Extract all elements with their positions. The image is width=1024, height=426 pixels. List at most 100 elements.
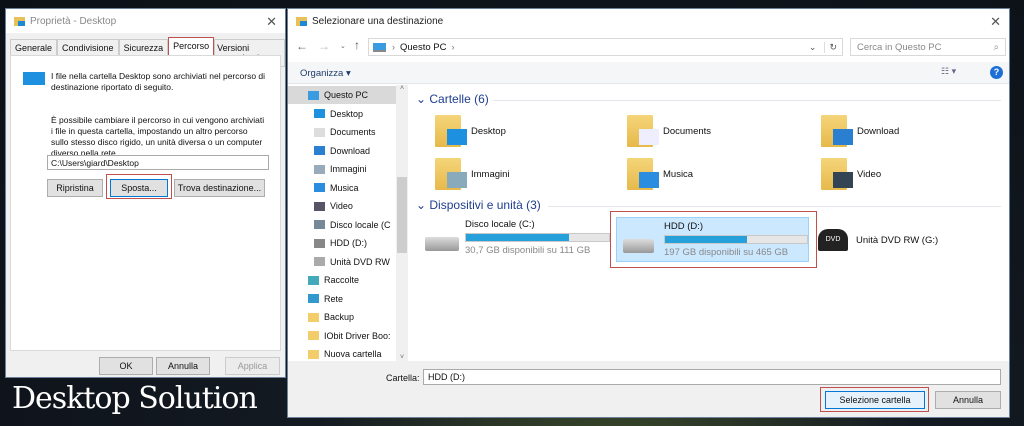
folder-name: Video bbox=[857, 168, 882, 180]
nav-item-icon bbox=[308, 312, 319, 322]
nav-item[interactable]: Desktop bbox=[288, 105, 396, 123]
address-bar[interactable]: › Questo PC › ⌄ ↻ bbox=[368, 38, 843, 56]
find-destination-button[interactable]: Trova destinazione... bbox=[174, 179, 265, 197]
back-icon[interactable]: ← bbox=[296, 39, 308, 53]
move-button[interactable]: Sposta... bbox=[110, 179, 168, 197]
folder-picker-dialog: Selezionare una destinazione ✕ ← → ⌄ ↑ › … bbox=[287, 8, 1010, 418]
nav-item[interactable]: Download bbox=[288, 142, 396, 160]
forward-icon[interactable]: → bbox=[318, 39, 330, 53]
nav-item-icon bbox=[314, 127, 325, 137]
description-text: È possibile cambiare il percorso in cui … bbox=[51, 115, 265, 158]
select-folder-button[interactable]: Selezione cartella bbox=[825, 391, 925, 409]
up-icon[interactable]: ↑ bbox=[354, 38, 360, 52]
drive-usage-bar bbox=[664, 235, 808, 244]
folder-tile[interactable]: Download bbox=[821, 115, 899, 147]
nav-item-icon bbox=[314, 109, 325, 118]
scroll-thumb[interactable] bbox=[397, 177, 407, 253]
folder-icon bbox=[14, 16, 25, 26]
scroll-down-icon[interactable]: ˅ bbox=[396, 354, 408, 361]
nav-item-icon bbox=[308, 331, 319, 340]
cancel-button[interactable]: Annulla bbox=[935, 391, 1001, 409]
folder-icon bbox=[296, 16, 307, 26]
nav-item-label: Backup bbox=[324, 312, 355, 322]
folder-name: Musica bbox=[663, 168, 694, 180]
nav-item-icon bbox=[314, 201, 325, 211]
folder-tile[interactable]: Desktop bbox=[435, 115, 506, 147]
dialog-title: Proprietà - Desktop bbox=[30, 15, 117, 27]
folder-tile[interactable]: Musica bbox=[627, 158, 693, 190]
navigation-pane: Questo PC Desktop Documents Download Immagin… bbox=[288, 85, 408, 361]
scroll-up-icon[interactable]: ˄ bbox=[396, 85, 408, 92]
nav-item[interactable]: Unità DVD RW bbox=[288, 253, 396, 271]
folder-name: Immagini bbox=[471, 168, 510, 180]
close-icon[interactable]: ✕ bbox=[990, 14, 1001, 30]
recent-chevron-icon[interactable]: ⌄ bbox=[340, 42, 346, 50]
folder-tile[interactable]: Video bbox=[821, 158, 881, 190]
nav-item-icon bbox=[314, 164, 325, 174]
nav-item[interactable]: HDD (D:) bbox=[288, 234, 396, 252]
folder-icon bbox=[435, 115, 467, 147]
ok-button[interactable]: OK bbox=[99, 357, 153, 375]
pc-icon bbox=[373, 42, 386, 52]
chevron-icon: › bbox=[392, 42, 395, 52]
dialog-title: Selezionare una destinazione bbox=[312, 15, 444, 27]
nav-item[interactable]: Backup bbox=[288, 308, 396, 326]
info-text: I file nella cartella Desktop sono archi… bbox=[51, 71, 266, 92]
organize-button[interactable]: Organizza ▾ bbox=[300, 68, 351, 79]
nav-item[interactable]: Nuova cartella bbox=[288, 345, 396, 361]
refresh-icon[interactable]: ↻ bbox=[824, 41, 837, 53]
devices-section-header[interactable]: ⌄ Dispositivi e unità (3) bbox=[416, 198, 541, 212]
folder-icon bbox=[821, 158, 853, 190]
folder-tile[interactable]: Documents bbox=[627, 115, 711, 147]
folder-icon bbox=[821, 115, 853, 147]
breadcrumb[interactable]: Questo PC bbox=[400, 42, 446, 53]
folder-input[interactable]: HDD (D:) bbox=[423, 369, 1001, 385]
nav-item[interactable]: Video bbox=[288, 197, 396, 215]
restore-button[interactable]: Ripristina bbox=[47, 179, 103, 197]
help-icon[interactable]: ? bbox=[990, 66, 1003, 79]
drive-d[interactable]: HDD (D:) 197 GB disponibili su 465 GB bbox=[616, 217, 809, 262]
nav-item-label: Unità DVD RW bbox=[330, 256, 390, 267]
drive-name: HDD (D:) bbox=[664, 221, 704, 232]
nav-item-label: Disco locale (C bbox=[330, 219, 391, 230]
nav-item[interactable]: Rete bbox=[288, 290, 396, 308]
nav-item[interactable]: Disco locale (C bbox=[288, 216, 396, 234]
view-options-icon[interactable]: ☷ ▾ bbox=[941, 66, 956, 77]
nav-item[interactable]: Questo PC bbox=[288, 86, 396, 104]
nav-item[interactable]: Raccolte bbox=[288, 271, 396, 289]
folder-tile[interactable]: Immagini bbox=[435, 158, 510, 190]
nav-item-icon bbox=[308, 294, 319, 303]
properties-dialog: Proprietà - Desktop ✕ Generale Condivisio… bbox=[5, 8, 286, 378]
folder-name: Documents bbox=[663, 125, 712, 137]
drive-info: 30,7 GB disponibili su 111 GB bbox=[465, 245, 591, 256]
search-input[interactable]: Cerca in Questo PC ⌕ bbox=[850, 38, 1006, 56]
nav-item[interactable]: Immagini bbox=[288, 160, 396, 178]
nav-item-icon bbox=[314, 183, 325, 192]
tab-panel bbox=[10, 55, 281, 351]
nav-item[interactable]: IObit Driver Boo: bbox=[288, 327, 396, 345]
dropdown-icon[interactable]: ⌄ bbox=[809, 42, 817, 53]
nav-item-icon bbox=[314, 146, 325, 155]
path-input[interactable]: C:\Users\giard\Desktop bbox=[47, 155, 269, 170]
nav-item-icon bbox=[314, 220, 325, 229]
watermark-text: Desktop Solution bbox=[12, 381, 258, 416]
apply-button[interactable]: Applica bbox=[225, 357, 280, 375]
cancel-button[interactable]: Annulla bbox=[156, 357, 210, 375]
drive-c[interactable]: Disco locale (C:) 30,7 GB disponibili su… bbox=[425, 219, 610, 256]
nav-item[interactable]: Musica bbox=[288, 179, 396, 197]
nav-item-icon bbox=[314, 238, 325, 248]
title-bar: Proprietà - Desktop ✕ bbox=[6, 9, 285, 33]
nav-scrollbar[interactable]: ˄ ˅ bbox=[396, 85, 408, 361]
title-bar: Selezionare una destinazione ✕ bbox=[288, 9, 1009, 33]
drive-dvd[interactable]: DVD Unità DVD RW (G:) bbox=[818, 229, 938, 251]
divider bbox=[493, 100, 1001, 101]
nav-item[interactable]: Documents bbox=[288, 123, 396, 141]
close-icon[interactable]: ✕ bbox=[266, 14, 277, 30]
divider bbox=[548, 206, 1001, 207]
drive-info: 197 GB disponibili su 465 GB bbox=[664, 247, 789, 258]
nav-item-label: Nuova cartella bbox=[324, 349, 382, 359]
nav-item-label: Documents bbox=[330, 127, 376, 137]
search-icon: ⌕ bbox=[993, 41, 999, 53]
nav-item-label: Video bbox=[330, 201, 353, 211]
folders-section-header[interactable]: ⌄ Cartelle (6) bbox=[416, 92, 489, 106]
